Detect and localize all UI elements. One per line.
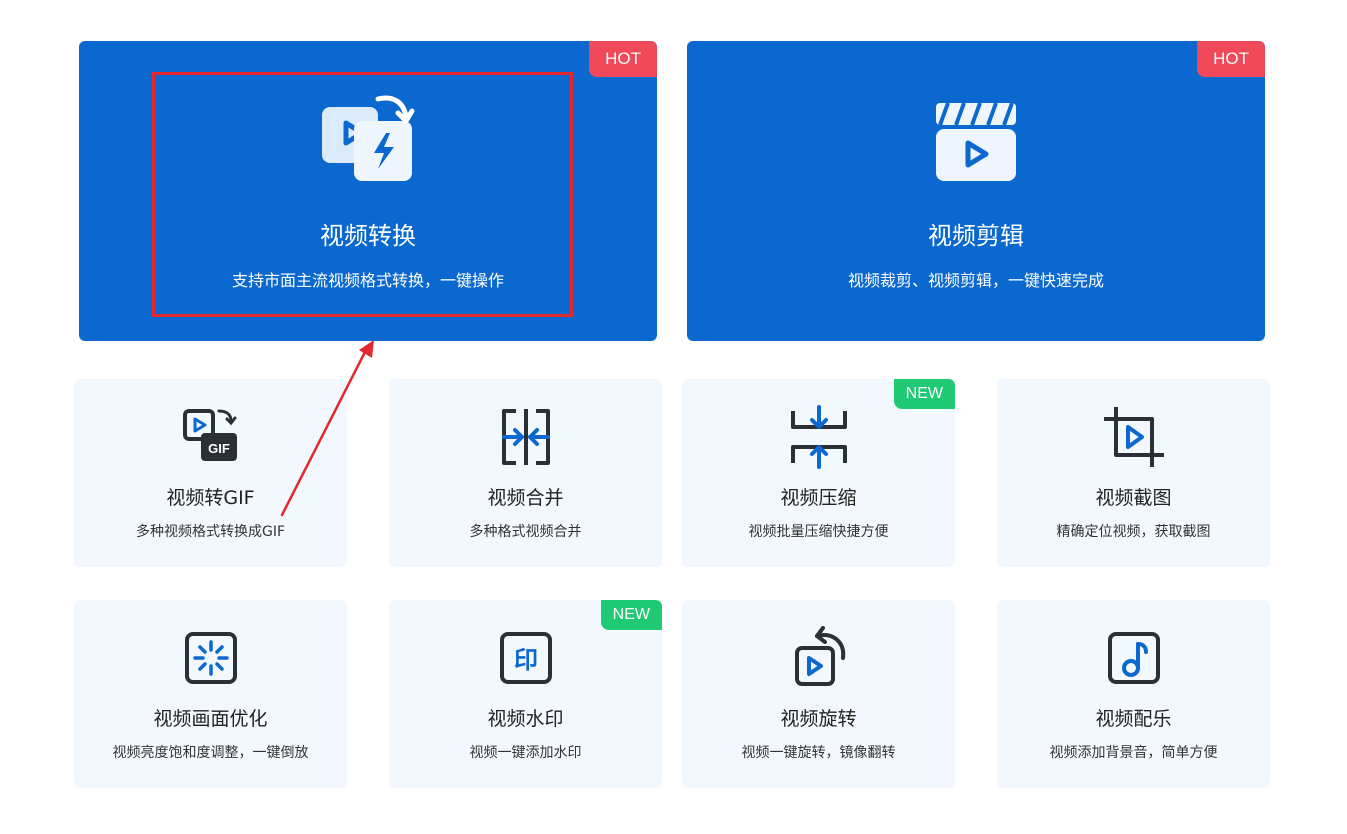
video-convert-card[interactable]: HOT 视频转换 支持市面主流视频格式转换，一键操作 xyxy=(79,41,657,341)
svg-text:GIF: GIF xyxy=(208,441,230,456)
card-description: 精确定位视频，获取截图 xyxy=(1056,524,1211,540)
card-title: 视频转GIF xyxy=(166,487,255,509)
card-title: 视频旋转 xyxy=(780,708,857,730)
card-description: 多种格式视频合并 xyxy=(469,524,582,540)
convert-video-icon xyxy=(322,95,415,181)
clapperboard-icon xyxy=(936,102,1016,181)
card-title: 视频剪辑 xyxy=(928,222,1024,250)
svg-text:印: 印 xyxy=(514,646,538,674)
merge-icon xyxy=(501,409,550,465)
video-watermark-card[interactable]: NEW 印 视频水印 视频一键添加水印 xyxy=(389,600,662,788)
video-music-card[interactable]: 视频配乐 视频添加背景音，简单方便 xyxy=(997,600,1270,788)
music-icon xyxy=(1107,632,1160,684)
card-description: 视频裁剪、视频剪辑，一键快速完成 xyxy=(847,271,1104,290)
card-description: 视频添加背景音，简单方便 xyxy=(1049,745,1218,761)
video-compress-card[interactable]: NEW 视频压缩 视频批量压缩快捷方便 xyxy=(682,379,955,567)
watermark-icon: 印 xyxy=(499,632,552,684)
card-title: 视频截图 xyxy=(1095,487,1172,509)
new-badge: NEW xyxy=(893,379,955,409)
video-rotate-card[interactable]: 视频旋转 视频一键旋转，镜像翻转 xyxy=(682,600,955,788)
card-description: 视频批量压缩快捷方便 xyxy=(748,524,889,540)
gif-convert-icon: GIF xyxy=(182,409,237,461)
video-to-gif-card[interactable]: GIF 视频转GIF 多种视频格式转换成GIF xyxy=(74,379,347,567)
hot-badge: HOT xyxy=(1197,41,1265,77)
card-title: 视频画面优化 xyxy=(153,708,268,730)
card-title: 视频水印 xyxy=(487,708,564,730)
card-description: 支持市面主流视频格式转换，一键操作 xyxy=(231,271,504,290)
compress-icon xyxy=(790,405,847,469)
video-edit-card[interactable]: HOT 视频剪辑 视频裁剪、视频剪辑，一键快速完成 xyxy=(687,41,1265,341)
crop-icon xyxy=(1103,407,1164,467)
card-description: 视频一键旋转，镜像翻转 xyxy=(741,745,896,761)
card-description: 多种视频格式转换成GIF xyxy=(135,524,286,540)
card-title: 视频转换 xyxy=(320,222,416,250)
rotate-icon xyxy=(794,626,845,686)
hot-badge: HOT xyxy=(589,41,657,77)
enhance-icon xyxy=(184,632,237,684)
card-description: 视频亮度饱和度调整，一键倒放 xyxy=(112,745,309,761)
card-title: 视频合并 xyxy=(487,487,564,509)
card-title: 视频压缩 xyxy=(780,487,857,509)
video-merge-card[interactable]: 视频合并 多种格式视频合并 xyxy=(389,379,662,567)
new-badge: NEW xyxy=(600,600,662,630)
card-title: 视频配乐 xyxy=(1095,708,1172,730)
video-screenshot-card[interactable]: 视频截图 精确定位视频，获取截图 xyxy=(997,379,1270,567)
card-description: 视频一键添加水印 xyxy=(469,745,582,761)
video-enhance-card[interactable]: 视频画面优化 视频亮度饱和度调整，一键倒放 xyxy=(74,600,347,788)
